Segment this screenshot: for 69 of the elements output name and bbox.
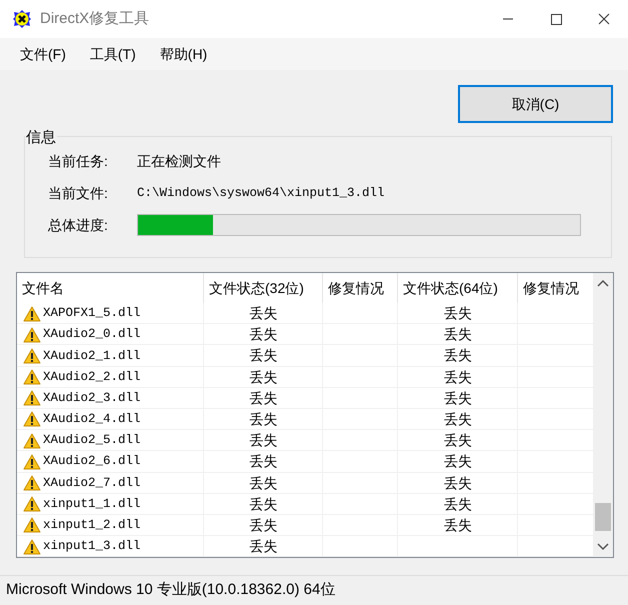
field-label: 当前任务:	[48, 152, 109, 170]
window-title: DirectX修复工具	[40, 8, 150, 29]
table-cell-text: 丢失	[444, 516, 472, 535]
table-cell-text: 丢失	[250, 410, 278, 429]
table-cell-text: 丢失	[444, 494, 472, 514]
app-logo-icon	[12, 9, 32, 29]
column-header[interactable]: 文件名	[17, 273, 204, 303]
file-name: XAPOFX1_5.dll	[43, 305, 141, 322]
menu-item[interactable]: 帮助(H)	[148, 42, 220, 66]
table-cell-text: 丢失	[250, 516, 278, 535]
file-name: XAudio2_1.dll	[43, 348, 141, 364]
table-cell-text: 丢失	[250, 388, 278, 408]
column-header[interactable]: 文件状态(32位)	[204, 273, 323, 303]
warning-icon	[23, 348, 41, 364]
file-name: XAudio2_2.dll	[43, 368, 141, 386]
warning-icon	[23, 454, 41, 470]
warning-icon	[23, 475, 41, 491]
warning-icon	[23, 496, 41, 512]
column-header[interactable]: 修复情况	[323, 273, 398, 303]
warning-icon	[23, 517, 41, 534]
field-label: 总体进度:	[48, 216, 109, 234]
close-icon	[598, 13, 610, 25]
file-name: XAudio2_3.dll	[43, 390, 141, 407]
warning-icon	[23, 538, 41, 555]
file-name: xinput1_2.dll	[43, 517, 141, 534]
table-cell-text: 丢失	[444, 325, 472, 344]
table-cell-text: 丢失	[444, 388, 472, 408]
table-cell-text: 丢失	[444, 431, 472, 450]
table-cell-text: 丢失	[444, 474, 472, 492]
file-name: XAudio2_7.dll	[43, 474, 141, 492]
table-cell-text: 丢失	[250, 431, 278, 450]
maximize-icon	[550, 13, 562, 25]
file-name: XAudio2_5.dll	[43, 432, 141, 450]
table-cell-text: 丢失	[250, 494, 278, 514]
field-value: 正在检测文件	[137, 152, 221, 170]
table-cell-text: 丢失	[250, 474, 278, 492]
table-cell-text: 丢失	[444, 452, 472, 472]
warning-icon	[23, 369, 41, 386]
table-cell-text: 丢失	[250, 368, 278, 387]
file-name: xinput1_1.dll	[43, 496, 141, 513]
warning-icon	[23, 411, 41, 428]
table-cell-text: 丢失	[250, 304, 278, 323]
column-header[interactable]: 文件状态(64位)	[398, 273, 518, 303]
table-cell-text: 丢失	[250, 452, 278, 472]
table-cell-text: 丢失	[444, 304, 472, 323]
warning-icon	[23, 326, 41, 343]
table-cell-text: 丢失	[250, 325, 278, 344]
cancel-button[interactable]: 取消(C)	[458, 85, 613, 123]
file-name: XAudio2_0.dll	[43, 326, 141, 344]
scroll-up-icon[interactable]	[597, 279, 609, 287]
scroll-thumb[interactable]	[595, 503, 611, 531]
table-cell-text: 丢失	[444, 368, 472, 387]
warning-icon	[23, 390, 41, 406]
warning-icon	[23, 432, 41, 449]
table-cell-text: 丢失	[444, 346, 472, 366]
file-name: XAudio2_4.dll	[43, 411, 141, 428]
file-name: xinput1_3.dll	[43, 538, 141, 556]
field-value: C:\Windows\syswow64\xinput1_3.dll	[137, 184, 385, 202]
menu-item[interactable]: 工具(T)	[78, 42, 148, 66]
warning-icon	[23, 306, 41, 322]
file-name: XAudio2_6.dll	[43, 453, 141, 470]
table-cell-text: 丢失	[250, 537, 278, 556]
table-cell-text: 丢失	[444, 410, 472, 429]
menu-item[interactable]: 文件(F)	[8, 42, 78, 66]
scrollbar[interactable]	[593, 273, 613, 557]
field-label: 当前文件:	[48, 184, 109, 202]
scroll-down-icon[interactable]	[597, 543, 609, 551]
table-cell-text: 丢失	[250, 346, 278, 366]
status-text: Microsoft Windows 10 专业版(10.0.18362.0) 64位	[6, 580, 336, 600]
